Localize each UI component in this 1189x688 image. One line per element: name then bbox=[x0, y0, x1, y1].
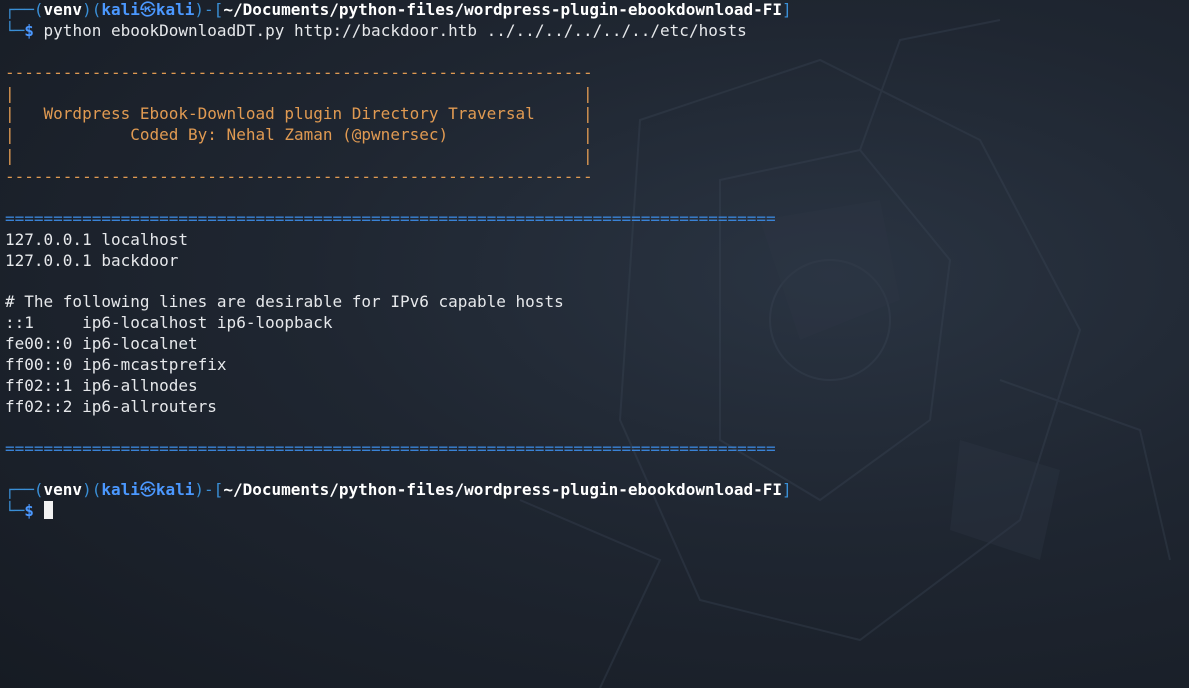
output-line: # The following lines are desirable for … bbox=[5, 292, 564, 312]
banner-blank-line: | | bbox=[5, 83, 593, 103]
text-cursor[interactable] bbox=[43, 501, 53, 520]
output-line: 127.0.0.1 backdoor bbox=[5, 250, 179, 270]
command-text: python ebookDownloadDT.py http://backdoo… bbox=[33, 20, 747, 40]
banner-blank-line: | | bbox=[5, 146, 593, 166]
terminal-window[interactable]: ┌──(venv)(kali㉿kali)-[~/Documents/python… bbox=[5, 0, 1185, 522]
cwd-path: ~/Documents/python-files/wordpress-plugi… bbox=[223, 480, 783, 500]
output-line: fe00::0 ip6-localnet bbox=[5, 334, 198, 354]
output-separator-bottom: ========================================… bbox=[5, 438, 776, 458]
banner-author: | Coded By: Nehal Zaman (@pwnersec) | bbox=[5, 125, 593, 145]
command-line: └─$ python ebookDownloadDT.py http://bac… bbox=[5, 20, 747, 40]
output-line: 127.0.0.1 localhost bbox=[5, 229, 189, 249]
output-line: ff00::0 ip6-mcastprefix bbox=[5, 355, 227, 375]
banner-border-top: ----------------------------------------… bbox=[5, 62, 593, 82]
prompt-line-top: ┌──(venv)(kali㉿kali)-[~/Documents/python… bbox=[5, 0, 792, 19]
input-line[interactable]: └─$ bbox=[5, 501, 1185, 522]
prompt-line-top: ┌──(venv)(kali㉿kali)-[~/Documents/python… bbox=[5, 480, 792, 500]
output-separator-top: ========================================… bbox=[5, 208, 776, 228]
output-line: ff02::1 ip6-allnodes bbox=[5, 376, 198, 396]
cwd-path: ~/Documents/python-files/wordpress-plugi… bbox=[223, 0, 783, 19]
output-line: ::1 ip6-localhost ip6-loopback bbox=[5, 313, 333, 333]
output-line: ff02::2 ip6-allrouters bbox=[5, 396, 217, 416]
banner-title: | Wordpress Ebook-Download plugin Direct… bbox=[5, 104, 593, 124]
banner-border-bottom: ----------------------------------------… bbox=[5, 167, 593, 187]
